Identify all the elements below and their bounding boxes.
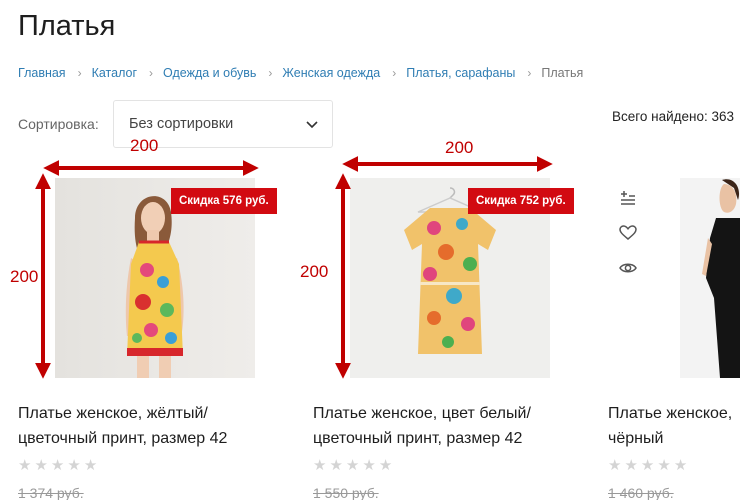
breadcrumb-separator-icon: › — [77, 66, 82, 80]
star-icon: ★ — [362, 457, 376, 474]
card-actions — [618, 188, 638, 293]
star-icon: ★ — [673, 457, 688, 474]
discount-badge: Скидка 752 руб. — [468, 188, 574, 214]
star-icon: ★ — [640, 457, 655, 474]
breadcrumb-catalog[interactable]: Каталог — [92, 66, 137, 80]
star-icon: ★ — [50, 457, 65, 474]
star-icon: ★ — [624, 457, 638, 474]
breadcrumb-separator-icon: › — [268, 66, 273, 80]
star-icon: ★ — [67, 457, 81, 474]
product-title[interactable]: Платье женское, жёлтый/ цветочный принт,… — [18, 401, 278, 451]
heart-icon[interactable] — [618, 223, 638, 243]
breadcrumb-womens-clothing[interactable]: Женская одежда — [282, 66, 380, 80]
star-icon: ★ — [378, 457, 393, 474]
breadcrumb: Главная › Каталог › Одежда и обувь › Жен… — [18, 66, 583, 80]
rating-stars: ★ ★ ★ ★ ★ — [313, 456, 395, 474]
breadcrumb-separator-icon: › — [149, 66, 154, 80]
star-icon: ★ — [313, 457, 327, 474]
breadcrumb-dresses-sundresses[interactable]: Платья, сарафаны — [406, 66, 515, 80]
star-icon: ★ — [329, 457, 343, 474]
old-price: 1 374 руб. — [18, 485, 84, 500]
product-title[interactable]: Платье женское, цвет белый/ цветочный пр… — [313, 401, 573, 451]
eye-icon[interactable] — [618, 258, 638, 278]
old-price: 1 460 руб. — [608, 485, 674, 500]
breadcrumb-current: Платья — [541, 66, 584, 80]
rating-stars: ★ ★ ★ ★ ★ — [608, 456, 690, 474]
breadcrumb-clothes[interactable]: Одежда и обувь — [163, 66, 256, 80]
star-icon: ★ — [83, 457, 98, 474]
product-title[interactable]: Платье женское, чёрный — [608, 401, 740, 451]
breadcrumb-home[interactable]: Главная — [18, 66, 66, 80]
discount-badge: Скидка 576 руб. — [171, 188, 277, 214]
star-icon: ★ — [34, 457, 48, 474]
add-to-compare-icon[interactable] — [618, 188, 638, 208]
sort-selected-value: Без сортировки — [129, 116, 234, 132]
chevron-down-icon — [306, 121, 318, 129]
total-found: Всего найдено: 363 — [612, 109, 735, 124]
star-icon: ★ — [345, 457, 360, 474]
sort-select[interactable]: Без сортировки — [113, 100, 333, 148]
product-image-3[interactable] — [680, 178, 740, 378]
width-label: 200 — [445, 138, 473, 157]
star-icon: ★ — [608, 457, 622, 474]
breadcrumb-separator-icon: › — [527, 66, 532, 80]
height-label: 200 — [300, 262, 328, 281]
page-title: Платья — [18, 10, 116, 42]
breadcrumb-separator-icon: › — [392, 66, 397, 80]
star-icon: ★ — [18, 457, 32, 474]
rating-stars: ★ ★ ★ ★ ★ — [18, 456, 100, 474]
height-label: 200 — [10, 267, 38, 286]
sort-label: Сортировка: — [18, 116, 99, 132]
old-price: 1 550 руб. — [313, 485, 379, 500]
woman-in-black-dress-photo — [680, 178, 740, 378]
star-icon: ★ — [657, 457, 671, 474]
